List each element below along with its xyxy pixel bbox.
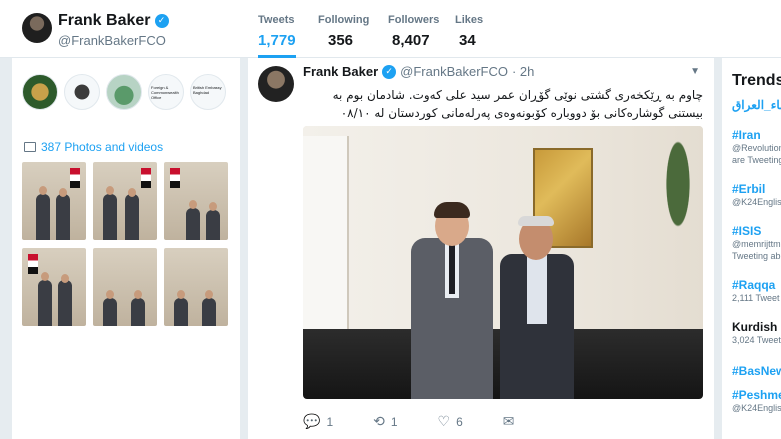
flag-icon bbox=[141, 168, 151, 188]
stat-tweets[interactable]: Tweets 1,779 bbox=[258, 14, 296, 58]
trend-tag: #BasNews bbox=[732, 364, 781, 378]
flag-icon bbox=[70, 168, 80, 188]
reply-button[interactable]: 💬 1 bbox=[303, 414, 333, 430]
trend-context: @memrijttm bbox=[732, 239, 781, 249]
profile-name-text[interactable]: Frank Baker bbox=[58, 12, 151, 30]
trend-tag: #ISIS bbox=[732, 224, 762, 238]
profile-name[interactable]: Frank Baker ✓ bbox=[58, 12, 169, 30]
like-button[interactable]: ♡ 6 bbox=[438, 414, 463, 430]
trend-context: @Revolution bbox=[732, 143, 781, 153]
photo-icon bbox=[24, 142, 36, 152]
fco-logo-text: Foreign & Commonwealth Office bbox=[151, 85, 179, 100]
stat-followers[interactable]: Followers 8,407 bbox=[388, 14, 439, 49]
trend-context: @K24Englis bbox=[732, 403, 781, 413]
account-logo-embassy[interactable]: British Embassy Baghdad bbox=[190, 74, 226, 110]
verified-icon: ✓ bbox=[382, 64, 397, 79]
photo-thumbnail[interactable] bbox=[93, 248, 157, 326]
stat-likes[interactable]: Likes 34 bbox=[455, 14, 483, 49]
trend-context: @K24Englis bbox=[732, 197, 781, 207]
tweet-actions: 💬 1 ⟲ 1 ♡ 6 ✉ bbox=[303, 414, 555, 430]
trend-tag: #Erbil bbox=[732, 182, 766, 196]
photo-thumbnail[interactable] bbox=[22, 162, 86, 240]
verified-icon: ✓ bbox=[154, 14, 169, 28]
message-button[interactable]: ✉ bbox=[503, 414, 515, 430]
account-logo-fco[interactable]: Foreign & Commonwealth Office bbox=[148, 74, 184, 110]
reply-icon: 💬 bbox=[303, 414, 321, 430]
stat-followers-value: 8,407 bbox=[392, 32, 430, 49]
profile-handle[interactable]: @FrankBakerFCO bbox=[58, 33, 166, 48]
profile-avatar[interactable] bbox=[22, 13, 52, 43]
flag-icon bbox=[170, 168, 180, 188]
trends-panel: Trends علماء_العراق_ #Iran @Revolution a… bbox=[722, 58, 781, 439]
account-logo-emblem[interactable] bbox=[22, 74, 58, 110]
photo-thumbnail[interactable] bbox=[164, 162, 228, 240]
trend-tag: Kurdish bbox=[732, 320, 778, 334]
trend-item[interactable]: #Erbil @K24Englis bbox=[732, 182, 781, 208]
photo-thumbnail[interactable] bbox=[164, 248, 228, 326]
retweet-button[interactable]: ⟲ 1 bbox=[373, 414, 397, 430]
trend-context: 3,024 Tweet bbox=[732, 335, 781, 345]
trend-item[interactable]: Kurdish 3,024 Tweet bbox=[732, 320, 781, 346]
photo-thumbnail[interactable] bbox=[93, 162, 157, 240]
chevron-down-icon[interactable]: ▼ bbox=[690, 66, 700, 77]
trend-item[interactable]: #ISIS @memrijttm Tweeting ab bbox=[732, 224, 781, 262]
profile-nav-bar: Frank Baker ✓ @FrankBakerFCO Tweets 1,77… bbox=[0, 0, 781, 58]
embassy-logo-text: British Embassy Baghdad bbox=[193, 85, 222, 95]
stat-following-value: 356 bbox=[328, 32, 354, 49]
trend-item[interactable]: #Raqqa 2,111 Tweet bbox=[732, 278, 780, 304]
tweet-photo[interactable] bbox=[303, 126, 703, 399]
followed-accounts-row: Foreign & Commonwealth Office British Em… bbox=[22, 74, 226, 110]
envelope-icon: ✉ bbox=[502, 414, 515, 430]
trend-tag: علماء_العراق_ bbox=[732, 98, 781, 112]
retweet-count: 1 bbox=[390, 415, 398, 429]
tweet-author-avatar[interactable] bbox=[258, 66, 294, 102]
flag-icon bbox=[28, 254, 38, 274]
stat-tweets-label: Tweets bbox=[258, 14, 295, 26]
tweet-author-name[interactable]: Frank Baker bbox=[303, 64, 378, 79]
retweet-icon: ⟲ bbox=[373, 414, 385, 430]
trend-tag: #Iran bbox=[732, 128, 761, 142]
heart-icon: ♡ bbox=[437, 414, 451, 430]
trend-tag: #Raqqa bbox=[732, 278, 776, 292]
stat-following-label: Following bbox=[318, 14, 370, 26]
tweet-header: Frank Baker ✓ @FrankBakerFCO · 2h bbox=[303, 64, 534, 79]
trend-context: 2,111 Tweet bbox=[732, 293, 780, 303]
like-count: 6 bbox=[456, 415, 463, 429]
trend-item[interactable]: #Iran @Revolution are Tweeting bbox=[732, 128, 781, 166]
trend-tag: #Peshmer bbox=[732, 388, 781, 402]
trend-item[interactable]: #Peshmer @K24Englis bbox=[732, 388, 781, 414]
reply-count: 1 bbox=[326, 415, 334, 429]
account-logo-crest[interactable] bbox=[64, 74, 100, 110]
trend-item[interactable]: علماء_العراق_ bbox=[732, 98, 781, 112]
trends-title: Trends bbox=[732, 72, 781, 89]
stat-likes-label: Likes bbox=[455, 14, 484, 26]
trend-context: Tweeting ab bbox=[732, 251, 781, 261]
photos-videos-link[interactable]: 387 Photos and videos bbox=[24, 140, 163, 154]
photo-thumbnail[interactable] bbox=[22, 248, 86, 326]
tweet-timestamp[interactable]: · 2h bbox=[512, 64, 534, 79]
stat-following[interactable]: Following 356 bbox=[318, 14, 369, 49]
trend-item[interactable]: #BasNews bbox=[732, 364, 781, 378]
trend-context: are Tweeting bbox=[732, 155, 781, 165]
stat-followers-label: Followers bbox=[388, 14, 440, 26]
photos-videos-label: 387 Photos and videos bbox=[41, 140, 164, 154]
stat-likes-value: 34 bbox=[459, 32, 476, 49]
tweet-author-handle[interactable]: @FrankBakerFCO bbox=[400, 64, 508, 79]
tweet-text: چاوم به ڕێکخەری گشتی نوێی گۆڕان عمر سید … bbox=[332, 88, 703, 120]
tweet-card[interactable]: Frank Baker ✓ @FrankBakerFCO · 2h ▼ چاوم… bbox=[248, 58, 714, 439]
account-logo-mosque[interactable] bbox=[106, 74, 142, 110]
stat-tweets-value: 1,779 bbox=[258, 32, 296, 49]
left-sidebar: Foreign & Commonwealth Office British Em… bbox=[12, 58, 240, 439]
